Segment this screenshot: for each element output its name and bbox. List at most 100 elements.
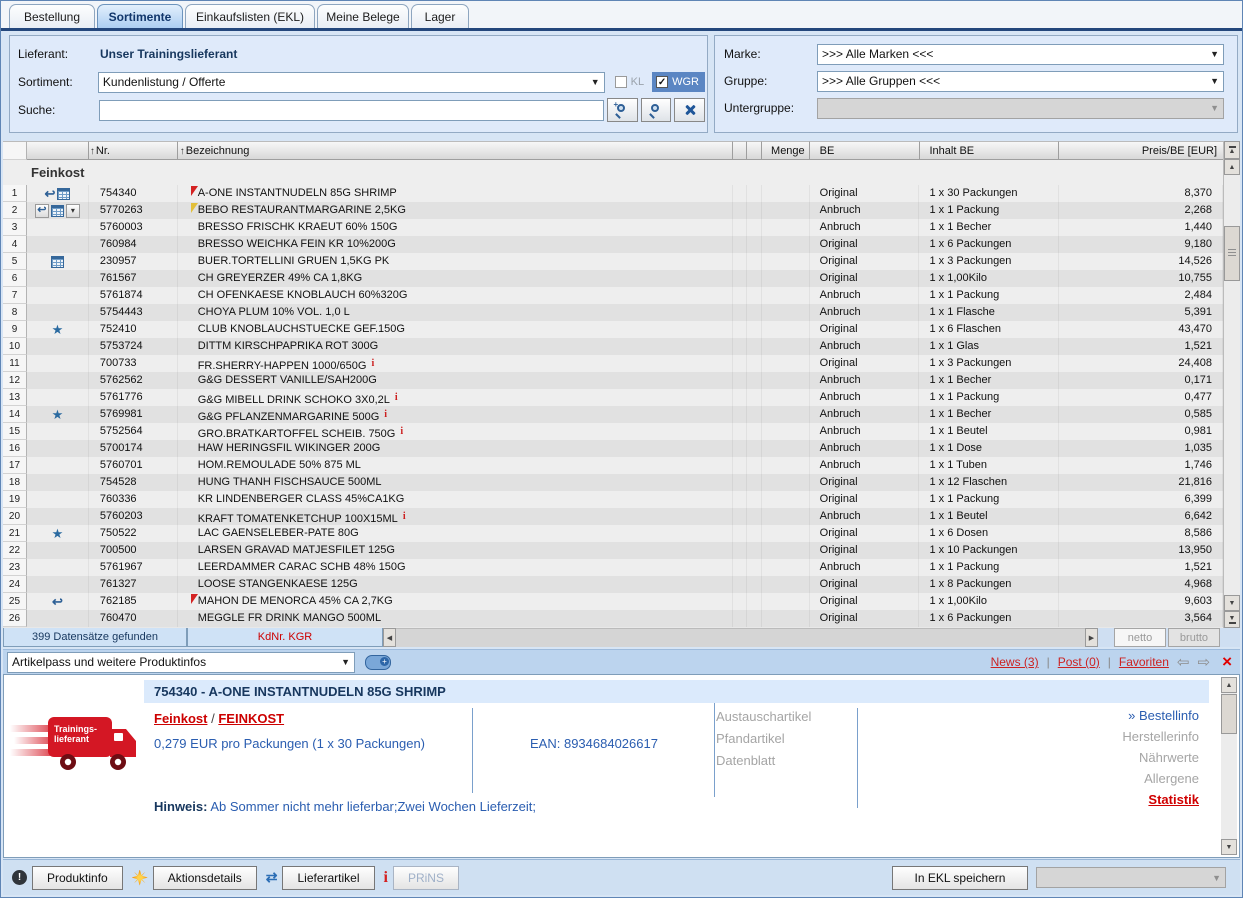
wgr-checkbox-box[interactable]: ✓ — [656, 76, 668, 88]
scrollbar-thumb[interactable] — [1224, 226, 1240, 281]
product-link[interactable]: » Bestellinfo — [899, 708, 1199, 723]
table-row[interactable]: 21★750522LAC GAENSELEBER-PATE 80GOrigina… — [3, 525, 1223, 542]
table-row[interactable]: 205760203KRAFT TOMATENKETCHUP 100X15MLiA… — [3, 508, 1223, 525]
table-row[interactable]: 25↩762185MAHON DE MENORCA 45% CA 2,7KGOr… — [3, 593, 1223, 610]
table-row[interactable]: 26760470MEGGLE FR DRINK MANGO 500MLOrigi… — [3, 610, 1223, 627]
spacer-cell — [733, 321, 747, 338]
kl-checkbox[interactable]: KL — [615, 76, 644, 88]
return-arrow-button[interactable]: ↩ — [35, 204, 49, 218]
table-row[interactable]: 105753724DITTM KIRSCHPAPRIKA ROT 300GAnb… — [3, 338, 1223, 355]
row-number: 17 — [3, 457, 27, 474]
table-row[interactable]: 155752564GRO.BRATKARTOFFEL SCHEIB. 750Gi… — [3, 423, 1223, 440]
produktinfo-button[interactable]: Produktinfo — [32, 866, 123, 890]
productinfo-dropdown[interactable]: Artikelpass und weitere Produktinfos ▼ — [7, 652, 355, 673]
kdnr-tab[interactable]: KdNr. KGR — [187, 628, 383, 647]
productinfo-toggle-icon[interactable]: + — [365, 655, 391, 670]
calendar-icon[interactable] — [51, 205, 64, 217]
header-menge[interactable]: Menge — [762, 141, 810, 160]
return-arrow-icon[interactable]: ↩ — [52, 595, 63, 608]
table-row[interactable]: 24761327LOOSE STANGENKAESE 125GOriginal1… — [3, 576, 1223, 593]
chevron-down-icon[interactable]: ▼ — [591, 77, 600, 87]
netto-button[interactable]: netto — [1114, 628, 1166, 647]
table-row[interactable]: 75761874CH OFENKAESE KNOBLAUCH 60%320GAn… — [3, 287, 1223, 304]
spacer-cell — [733, 525, 747, 542]
product-link[interactable]: Allergene — [899, 771, 1199, 786]
header-be[interactable]: BE — [810, 141, 920, 160]
tab-lager[interactable]: Lager — [411, 4, 469, 28]
news-link[interactable]: News (3) — [991, 655, 1039, 669]
wgr-checkbox[interactable]: ✓ WGR — [652, 72, 705, 92]
table-row[interactable]: 1↩754340A-ONE INSTANTNUDELN 85G SHRIMPOr… — [3, 185, 1223, 202]
calendar-icon[interactable] — [51, 256, 64, 268]
scrollbar-thumb[interactable] — [1221, 694, 1237, 734]
search-input[interactable] — [99, 100, 604, 121]
return-arrow-icon[interactable]: ↩ — [44, 187, 55, 200]
panel-vertical-scrollbar[interactable]: ▲ ▼ — [1221, 677, 1237, 855]
table-row[interactable]: 14★5769981G&G PFLANZENMARGARINE 500GiAnb… — [3, 406, 1223, 423]
table-row[interactable]: 19760336KR LINDENBERGER CLASS 45%CA1KGOr… — [3, 491, 1223, 508]
post-link[interactable]: Post (0) — [1058, 655, 1100, 669]
scroll-down-button[interactable]: ▼ — [1224, 595, 1240, 611]
table-row[interactable]: 6761567CH GREYERZER 49% CA 1,8KGOriginal… — [3, 270, 1223, 287]
sortiment-dropdown[interactable]: Kundenlistung / Offerte ▼ — [98, 72, 605, 93]
tab-sortimente[interactable]: Sortimente — [97, 4, 183, 28]
category-link-2[interactable]: FEINKOST — [218, 711, 284, 726]
lieferartikel-button[interactable]: Lieferartikel — [282, 866, 374, 890]
tab-einkaufslisten[interactable]: Einkaufslisten (EKL) — [185, 4, 315, 28]
table-row[interactable]: 11700733FR.SHERRY-HAPPEN 1000/650GiOrigi… — [3, 355, 1223, 372]
gruppe-dropdown[interactable]: >>> Alle Gruppen <<< ▼ — [817, 71, 1224, 92]
table-row[interactable]: 5230957BUER.TORTELLINI GRUEN 1,5KG PKOri… — [3, 253, 1223, 270]
calendar-icon[interactable] — [57, 188, 70, 200]
header-inhalt-be[interactable]: Inhalt BE — [920, 141, 1060, 160]
close-icon[interactable]: × — [1222, 654, 1232, 670]
table-row[interactable]: 18754528HUNG THANH FISCHSAUCE 500MLOrigi… — [3, 474, 1223, 491]
table-row[interactable]: 85754443CHOYA PLUM 10% VOL. 1,0 LAnbruch… — [3, 304, 1223, 321]
table-vertical-scrollbar[interactable]: ▲ ▲ ▼ ▼ — [1223, 141, 1240, 628]
brutto-button[interactable]: brutto — [1168, 628, 1220, 647]
scroll-up-button[interactable]: ▲ — [1224, 159, 1240, 175]
header-icons — [27, 141, 89, 160]
product-link[interactable]: Herstellerinfo — [899, 729, 1199, 744]
scroll-to-bottom-button[interactable]: ▼ — [1224, 611, 1240, 628]
search-button[interactable] — [641, 98, 672, 122]
nav-forward-icon[interactable]: ⇨ — [1197, 655, 1210, 670]
combo-dropdown-icon[interactable]: ▾ — [66, 204, 80, 218]
table-row[interactable]: 235761967LEERDAMMER CARAC SCHB 48% 150GA… — [3, 559, 1223, 576]
kl-checkbox-box[interactable] — [615, 76, 627, 88]
tab-bestellung[interactable]: Bestellung — [9, 4, 95, 28]
search-filter-button[interactable]: + — [607, 98, 638, 122]
hscroll-track[interactable] — [396, 628, 1085, 647]
category-link[interactable]: Feinkost — [154, 711, 207, 726]
aktionsdetails-button[interactable]: Aktionsdetails — [153, 866, 257, 890]
table-row[interactable]: 125762562G&G DESSERT VANILLE/SAH200GAnbr… — [3, 372, 1223, 389]
table-row[interactable]: 165700174HAW HERINGSFIL WIKINGER 200GAnb… — [3, 440, 1223, 457]
product-link[interactable]: Nährwerte — [899, 750, 1199, 765]
article-name-text: HAW HERINGSFIL WIKINGER 200G — [198, 442, 381, 454]
product-link[interactable]: Statistik — [899, 792, 1199, 807]
spacer-cell — [747, 389, 762, 406]
nav-back-icon[interactable]: ⇦ — [1177, 655, 1190, 670]
table-row[interactable]: 35760003BRESSO FRISCHK KRAEUT 60% 150GAn… — [3, 219, 1223, 236]
marke-dropdown[interactable]: >>> Alle Marken <<< ▼ — [817, 44, 1224, 65]
table-row[interactable]: 4760984BRESSO WEICHKA FEIN KR 10%200GOri… — [3, 236, 1223, 253]
table-row[interactable]: 135761776G&G MIBELL DRINK SCHOKO 3X0,2Li… — [3, 389, 1223, 406]
chevron-down-icon[interactable]: ▼ — [341, 657, 350, 667]
table-row[interactable]: 2↩▾5770263BEBO RESTAURANTMARGARINE 2,5KG… — [3, 202, 1223, 219]
clear-search-button[interactable] — [674, 98, 705, 122]
scroll-up-button[interactable]: ▲ — [1221, 677, 1237, 693]
hscroll-left-button[interactable]: ◀ — [383, 628, 396, 647]
hscroll-right-button[interactable]: ▶ — [1085, 628, 1098, 647]
table-row[interactable]: 9★752410CLUB KNOBLAUCHSTUECKE GEF.150GOr… — [3, 321, 1223, 338]
header-preis[interactable]: Preis/BE [EUR] — [1059, 141, 1223, 160]
table-row[interactable]: 22700500LARSEN GRAVAD MATJESFILET 125GOr… — [3, 542, 1223, 559]
save-to-ekl-button[interactable]: In EKL speichern — [892, 866, 1028, 890]
scroll-down-button[interactable]: ▼ — [1221, 839, 1237, 855]
tab-meine-belege[interactable]: Meine Belege — [317, 4, 409, 28]
chevron-down-icon[interactable]: ▼ — [1210, 49, 1219, 59]
favoriten-link[interactable]: Favoriten — [1119, 655, 1169, 669]
header-bezeichnung[interactable]: ↑Bezeichnung — [178, 141, 733, 160]
table-row[interactable]: 175760701HOM.REMOULADE 50% 875 MLAnbruch… — [3, 457, 1223, 474]
header-nr[interactable]: ↑Nr. — [89, 141, 178, 160]
chevron-down-icon[interactable]: ▼ — [1210, 76, 1219, 86]
scroll-to-top-button[interactable]: ▲ — [1224, 141, 1240, 159]
